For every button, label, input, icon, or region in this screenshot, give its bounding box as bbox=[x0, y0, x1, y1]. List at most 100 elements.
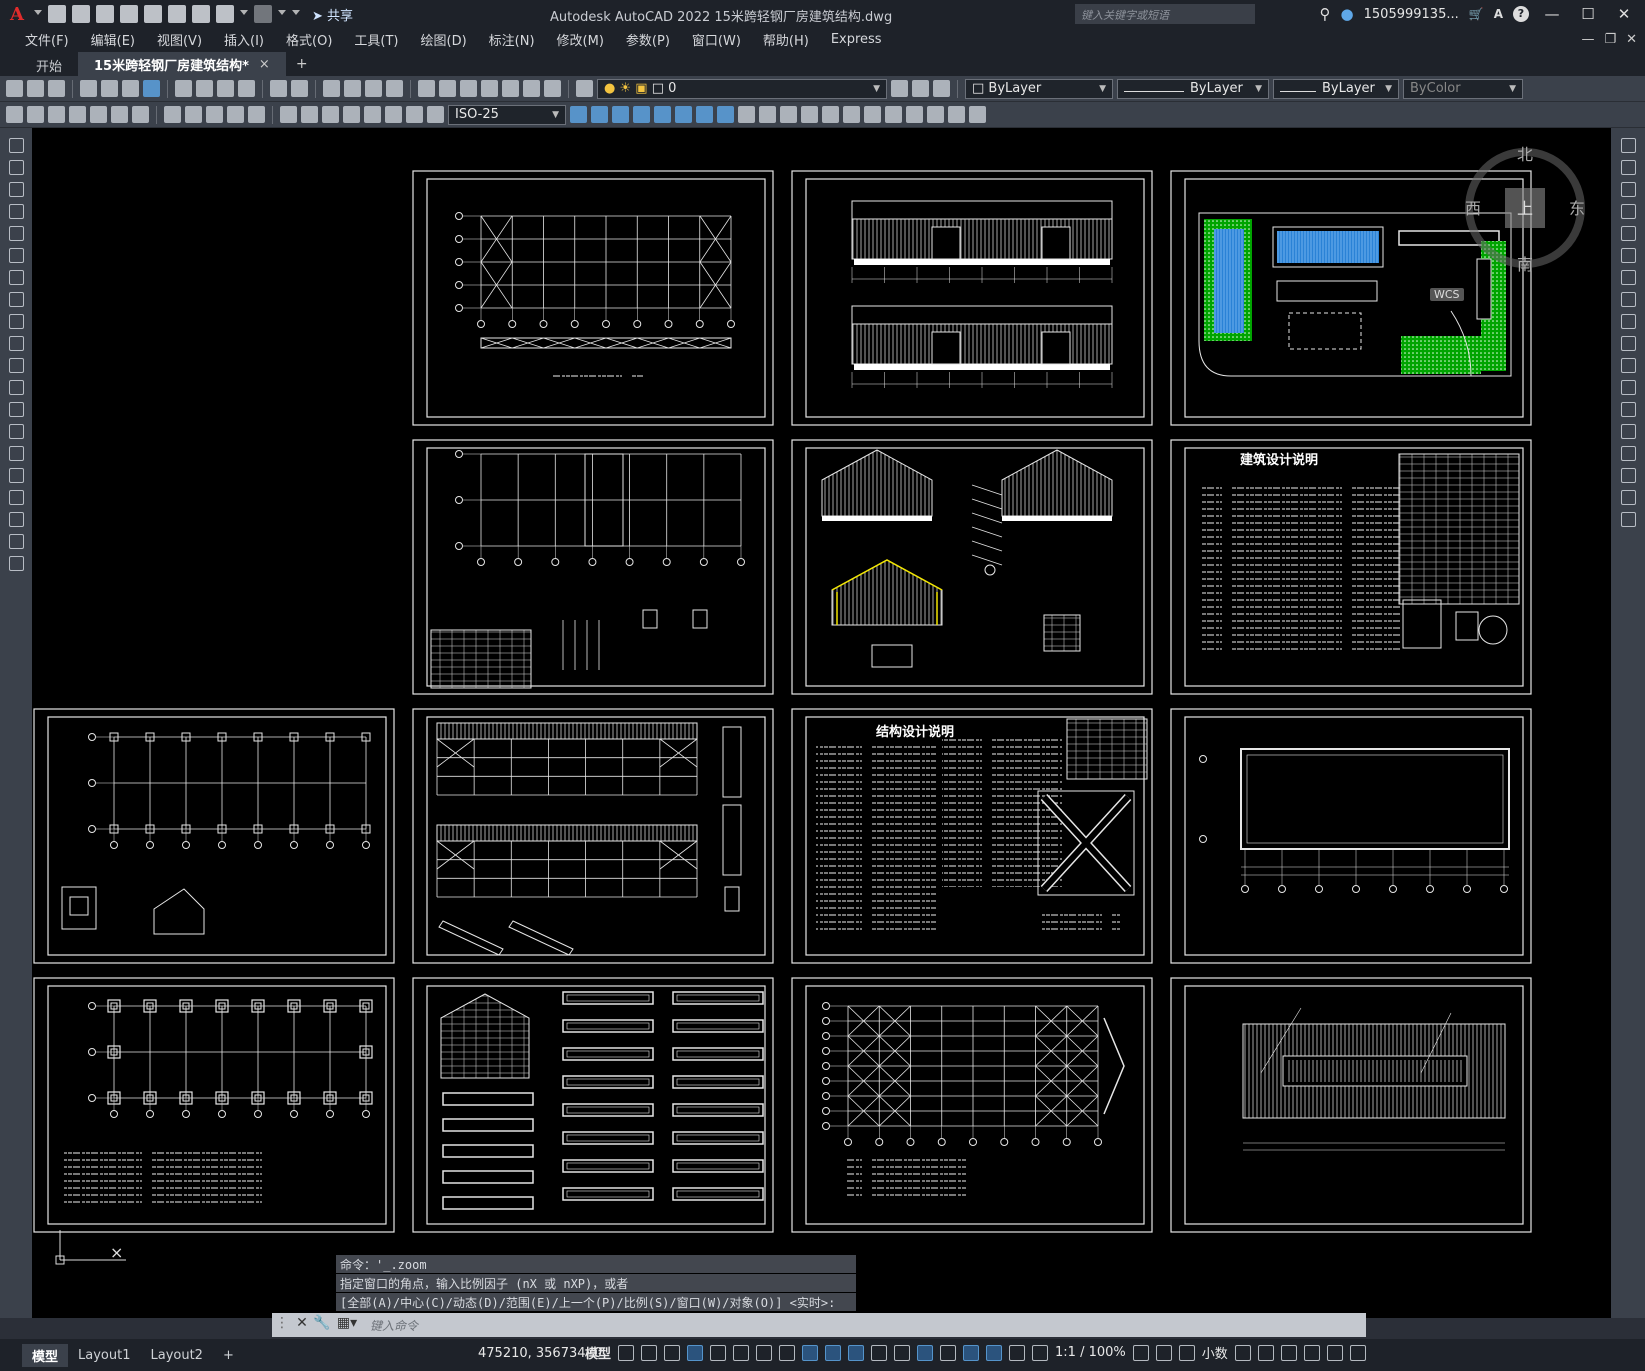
array-icon[interactable] bbox=[1620, 226, 1636, 241]
mtext-icon[interactable] bbox=[738, 106, 755, 123]
redo-icon[interactable] bbox=[291, 80, 308, 97]
plot-icon[interactable] bbox=[80, 80, 97, 97]
table-icon[interactable] bbox=[717, 106, 734, 123]
menu-item-0[interactable]: 文件(F) bbox=[14, 30, 80, 49]
make-current-layer-icon[interactable] bbox=[891, 80, 908, 97]
save-as-icon[interactable] bbox=[120, 5, 138, 23]
help-icon[interactable]: ? bbox=[1513, 6, 1529, 22]
stretch-icon[interactable] bbox=[1620, 314, 1636, 329]
mirror-icon[interactable] bbox=[1620, 182, 1636, 197]
tab-model[interactable]: 模型 bbox=[22, 1343, 69, 1367]
viewcube[interactable]: 北 南 东 西 上 bbox=[1465, 140, 1585, 290]
menu-item-6[interactable]: 绘图(D) bbox=[410, 30, 478, 49]
menu-item-3[interactable]: 插入(I) bbox=[213, 30, 275, 49]
linear-dim-icon[interactable] bbox=[6, 106, 23, 123]
add-layout-button[interactable]: + bbox=[213, 1346, 244, 1365]
new-icon[interactable] bbox=[6, 80, 23, 97]
rotate-icon[interactable] bbox=[1620, 270, 1636, 285]
annotation-scale-icon[interactable] bbox=[1032, 1344, 1049, 1361]
jogged-linear-icon[interactable] bbox=[364, 106, 381, 123]
menu-item-10[interactable]: 窗口(W) bbox=[681, 30, 752, 49]
ellipse-icon[interactable] bbox=[8, 336, 24, 351]
spline-icon[interactable] bbox=[8, 314, 24, 329]
chamfer-icon[interactable] bbox=[1620, 446, 1636, 461]
menu-item-5[interactable]: 工具(T) bbox=[343, 30, 409, 49]
auto-scale-icon[interactable] bbox=[1009, 1344, 1026, 1361]
gradient-icon[interactable] bbox=[675, 106, 692, 123]
search-icon[interactable]: ⚲ bbox=[1320, 5, 1331, 23]
menu-item-1[interactable]: 编辑(E) bbox=[80, 30, 146, 49]
markup-icon[interactable] bbox=[502, 80, 519, 97]
app-menu-arrow-icon[interactable] bbox=[34, 10, 42, 18]
plotstyle-dropdown[interactable]: ByColor ▼ bbox=[1403, 78, 1523, 99]
autocad-logo-icon[interactable]: A bbox=[6, 3, 28, 25]
autodesk-a360-icon[interactable]: A bbox=[1494, 7, 1503, 21]
multiline-text-icon[interactable] bbox=[8, 534, 24, 549]
radius-dim-icon[interactable] bbox=[90, 106, 107, 123]
open-file-icon[interactable] bbox=[72, 5, 90, 23]
layer-delete-icon[interactable] bbox=[969, 106, 986, 123]
undo-icon[interactable] bbox=[216, 5, 234, 23]
baseline-dim-icon[interactable] bbox=[206, 106, 223, 123]
tab-layout1[interactable]: Layout1 bbox=[68, 1346, 140, 1365]
break-at-point-icon[interactable] bbox=[1620, 380, 1636, 395]
layer-unlock-icon[interactable] bbox=[927, 106, 944, 123]
wcs-label[interactable]: WCS bbox=[1430, 288, 1464, 301]
scale-icon[interactable] bbox=[1620, 292, 1636, 307]
make-block-icon[interactable] bbox=[8, 402, 24, 417]
linetype-dropdown[interactable]: ByLayer ▼ bbox=[1117, 78, 1269, 99]
join-icon[interactable] bbox=[1620, 424, 1636, 439]
tool-palettes-icon[interactable] bbox=[460, 80, 477, 97]
dim-text-edit-icon[interactable] bbox=[406, 106, 423, 123]
region-icon[interactable] bbox=[8, 490, 24, 505]
dim-break-icon[interactable] bbox=[280, 106, 297, 123]
design-center-icon[interactable] bbox=[439, 80, 456, 97]
break-icon[interactable] bbox=[1620, 402, 1636, 417]
coordinates-readout[interactable]: 475210, 356734, 0 bbox=[478, 1346, 602, 1361]
drawing-close-button[interactable]: ✕ bbox=[1626, 32, 1637, 47]
tolerance-icon[interactable] bbox=[301, 106, 318, 123]
command-input[interactable]: 键入命令 bbox=[362, 1315, 1366, 1335]
viewcube-top-label[interactable]: 上 bbox=[1517, 199, 1533, 218]
insert-block-icon[interactable] bbox=[8, 380, 24, 395]
customization-icon[interactable] bbox=[1349, 1344, 1366, 1361]
arc-icon[interactable] bbox=[8, 248, 24, 263]
aligned-dim-icon[interactable] bbox=[27, 106, 44, 123]
hatch-icon[interactable] bbox=[8, 446, 24, 461]
object-snap-icon[interactable] bbox=[802, 1344, 819, 1361]
undo-dropdown-icon[interactable] bbox=[240, 10, 248, 18]
isometric-icon[interactable] bbox=[756, 1344, 773, 1361]
menu-item-4[interactable]: 格式(O) bbox=[275, 30, 343, 49]
construction-line-icon[interactable] bbox=[8, 160, 24, 175]
layer-merge-icon[interactable] bbox=[948, 106, 965, 123]
hardware-acceleration-icon[interactable] bbox=[1303, 1344, 1320, 1361]
redo-dropdown-icon[interactable] bbox=[278, 10, 286, 18]
zoom-previous-icon[interactable] bbox=[386, 80, 403, 97]
object-snap-tracking-icon[interactable] bbox=[779, 1344, 796, 1361]
angular-dim-icon[interactable] bbox=[164, 106, 181, 123]
quick-properties-icon[interactable] bbox=[1234, 1344, 1251, 1361]
calculator-icon[interactable] bbox=[523, 80, 540, 97]
isolate-objects-icon[interactable] bbox=[1280, 1344, 1297, 1361]
tab-layout2[interactable]: Layout2 bbox=[140, 1346, 212, 1365]
recent-commands-icon[interactable]: ▦▾ bbox=[332, 1315, 362, 1335]
workspace-gear-icon[interactable] bbox=[1132, 1344, 1149, 1361]
maximize-button[interactable]: ☐ bbox=[1575, 5, 1601, 23]
annotation-monitor-icon[interactable] bbox=[1155, 1344, 1172, 1361]
polar-tracking-icon[interactable] bbox=[733, 1344, 750, 1361]
jogged-dim-icon[interactable] bbox=[111, 106, 128, 123]
dim-style-icon[interactable] bbox=[570, 106, 587, 123]
layer-isolate-icon[interactable] bbox=[822, 106, 839, 123]
customize-command-icon[interactable]: 🔧 bbox=[312, 1315, 332, 1335]
layer-state-icon[interactable] bbox=[933, 80, 950, 97]
ordinate-dim-icon[interactable] bbox=[69, 106, 86, 123]
dim-edit-icon[interactable] bbox=[385, 106, 402, 123]
transparency-icon[interactable] bbox=[848, 1344, 865, 1361]
zoom-window-icon[interactable] bbox=[365, 80, 382, 97]
trim-icon[interactable] bbox=[1620, 336, 1636, 351]
user-icon[interactable]: ● bbox=[1341, 5, 1354, 23]
new-file-icon[interactable] bbox=[48, 5, 66, 23]
plot-icon[interactable] bbox=[192, 5, 210, 23]
color-dropdown[interactable]: □ ByLayer ▼ bbox=[965, 78, 1113, 99]
hatch-icon[interactable] bbox=[654, 106, 671, 123]
